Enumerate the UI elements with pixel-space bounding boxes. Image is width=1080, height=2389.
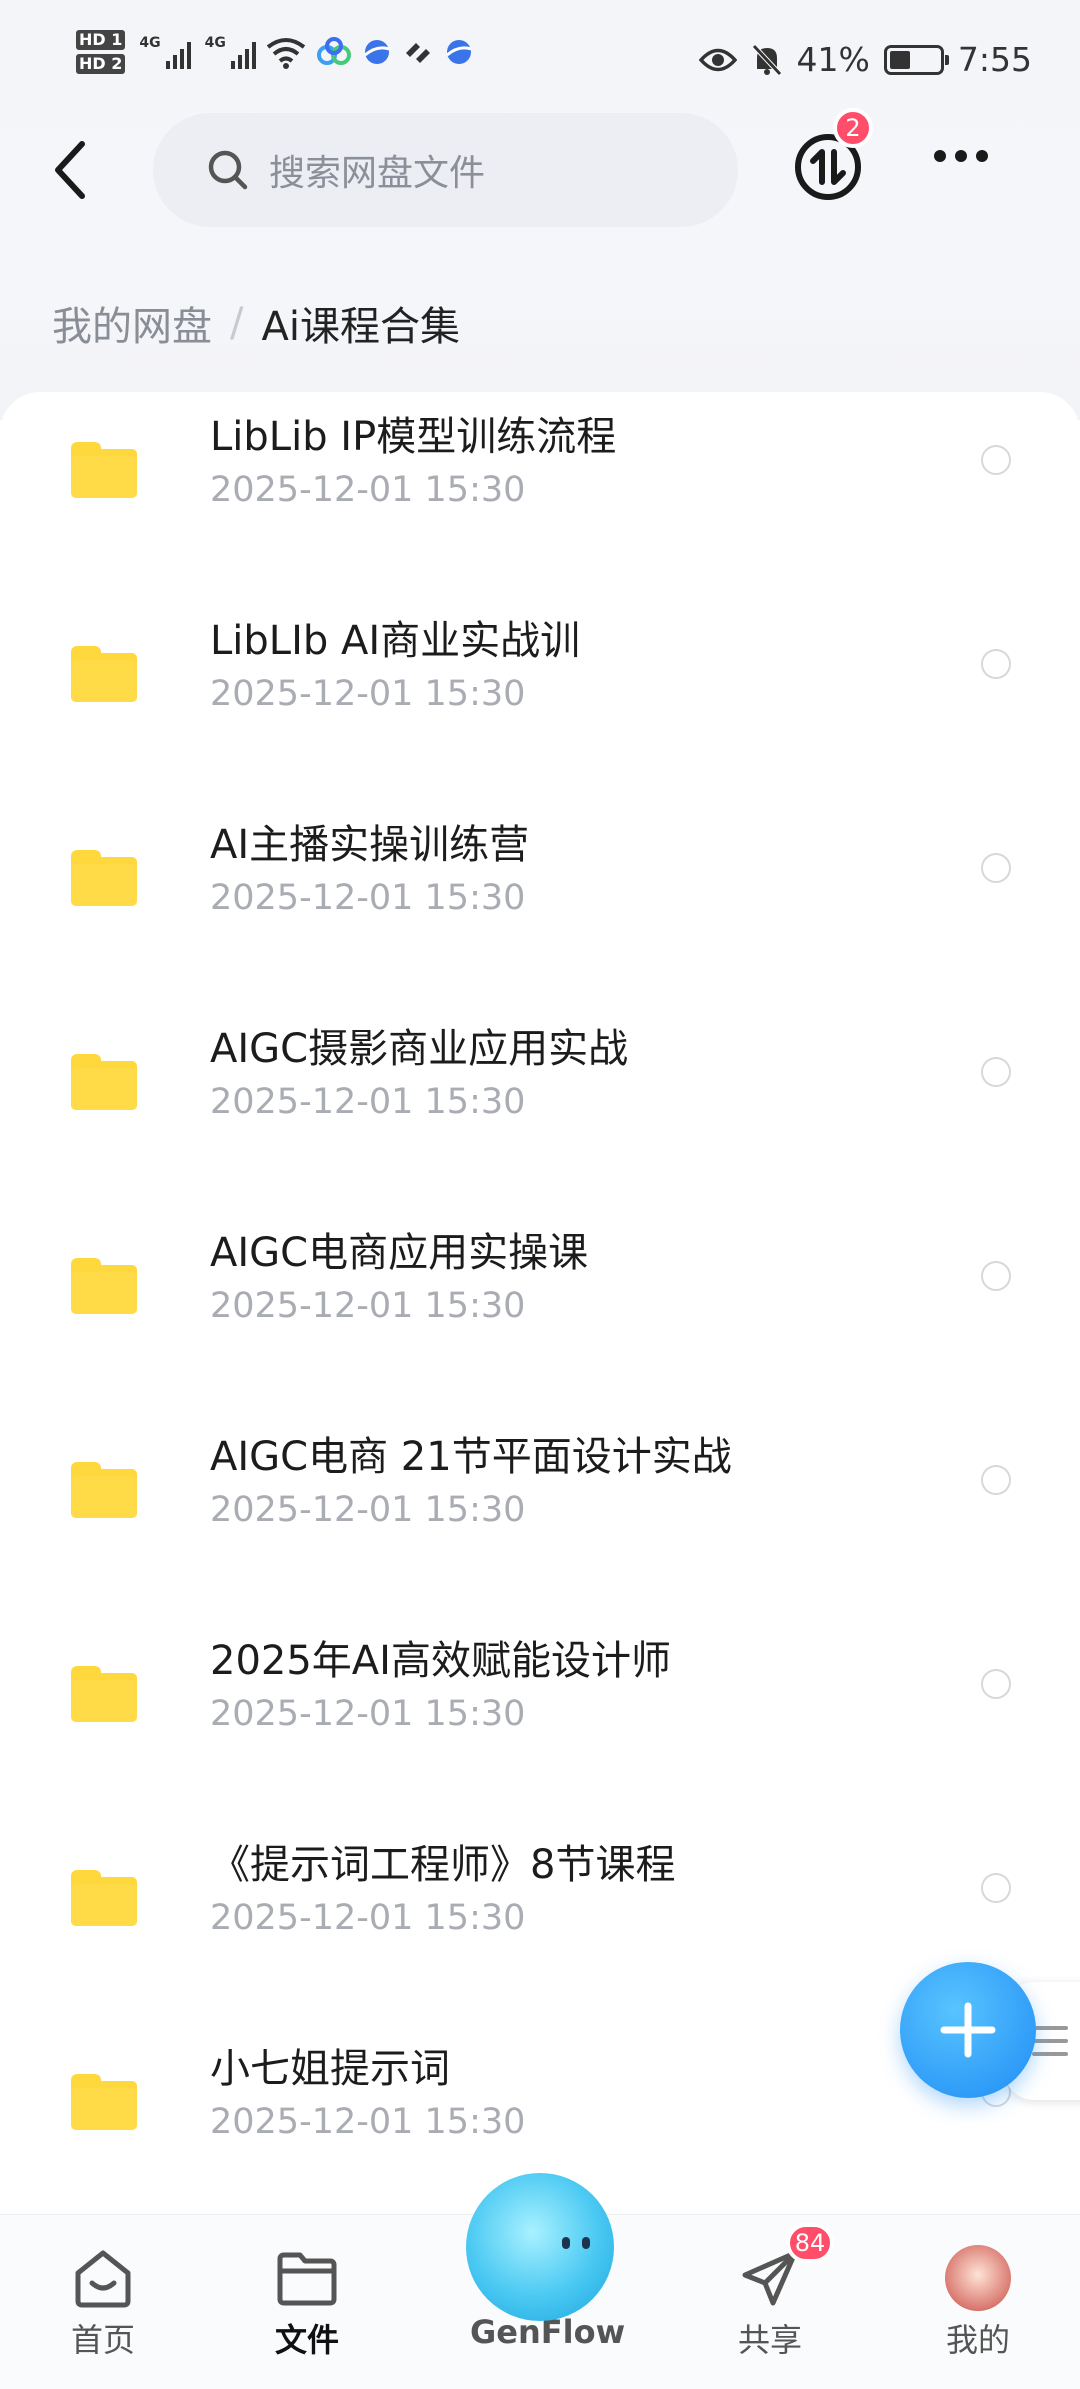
sim1-label: HD 1	[76, 30, 126, 50]
select-radio[interactable]	[981, 1261, 1011, 1291]
file-date: 2025-12-01 15:30	[210, 2102, 526, 2142]
file-name: AI主播实操训练营	[210, 822, 530, 868]
breadcrumb: 我的网盘 / Ai课程合集	[52, 294, 460, 352]
select-radio[interactable]	[981, 1465, 1011, 1495]
nav-mine-label: 我的	[945, 2321, 1010, 2359]
nav-share-label: 共享	[737, 2321, 802, 2359]
folder-icon	[71, 442, 137, 498]
folder-icon	[71, 1258, 137, 1314]
file-date: 2025-12-01 15:30	[210, 470, 526, 510]
share-badge: 84	[786, 2223, 834, 2263]
status-bar: HD 1 HD 2 4G 4G 41% 7:55	[0, 0, 1080, 130]
folder-icon	[71, 1666, 137, 1722]
folder-icon	[71, 1054, 137, 1110]
nav-files[interactable]: 文件	[237, 2245, 377, 2361]
file-name: AIGC摄影商业应用实战	[210, 1026, 629, 1072]
file-name: 小七姐提示词	[210, 2046, 450, 2092]
home-icon	[75, 2250, 131, 2308]
folder-icon	[71, 850, 137, 906]
file-name: 2025年AI高效赋能设计师	[210, 1638, 671, 1684]
sim2-label: HD 2	[76, 54, 126, 74]
more-dot	[955, 150, 967, 162]
plus-icon	[940, 2002, 996, 2058]
signal-icon-2: 4G	[205, 35, 256, 69]
menu-icon	[1032, 2026, 1068, 2056]
search-icon	[208, 150, 248, 190]
battery-percent: 41%	[796, 40, 870, 79]
breadcrumb-root[interactable]: 我的网盘	[52, 294, 212, 352]
file-name: LibLib IP模型训练流程	[210, 414, 617, 460]
folder-icon	[71, 1462, 137, 1518]
nav-mine[interactable]: 我的	[908, 2245, 1048, 2361]
more-button[interactable]	[934, 150, 988, 162]
transfer-badge: 2	[833, 108, 873, 148]
file-date: 2025-12-01 15:30	[210, 1286, 526, 1326]
battery-level	[889, 50, 910, 69]
mute-bell-icon	[751, 43, 782, 76]
select-radio[interactable]	[981, 853, 1011, 883]
search-bar[interactable]: 搜索网盘文件	[153, 113, 738, 227]
nav-share[interactable]: 共享 84	[700, 2223, 840, 2361]
select-radio[interactable]	[981, 1669, 1011, 1699]
nav-files-label: 文件	[274, 2321, 339, 2359]
file-date: 2025-12-01 15:30	[210, 1082, 526, 1122]
stripe-app-icon	[405, 43, 430, 63]
file-name: LibLIb AI商业实战训	[210, 618, 581, 664]
file-date: 2025-12-01 15:30	[210, 878, 526, 918]
list-item[interactable]: AI主播实操训练营 2025-12-01 15:30	[0, 822, 1080, 1028]
file-name: AIGC电商应用实操课	[210, 1230, 589, 1276]
list-item[interactable]: LibLib IP模型训练流程 2025-12-01 15:30	[0, 414, 1080, 620]
cloud-app-icon	[316, 37, 351, 65]
network-type-label: 4G	[139, 35, 161, 51]
breadcrumb-current: Ai课程合集	[261, 304, 460, 350]
list-item[interactable]: AIGC电商应用实操课 2025-12-01 15:30	[0, 1230, 1080, 1436]
nav-home[interactable]: 首页	[33, 2245, 173, 2361]
more-dot	[976, 150, 988, 162]
breadcrumb-separator: /	[230, 300, 244, 346]
list-item[interactable]: AIGC电商 21节平面设计实战 2025-12-01 15:30	[0, 1434, 1080, 1640]
file-list[interactable]: LibLib IP模型训练流程 2025-12-01 15:30 LibLIb AI…	[0, 392, 1080, 2212]
mascot-eye	[582, 2237, 590, 2249]
list-item[interactable]: AIGC摄影商业应用实战 2025-12-01 15:30	[0, 1026, 1080, 1232]
nav-home-label: 首页	[70, 2321, 135, 2359]
list-item[interactable]: 2025年AI高效赋能设计师 2025-12-01 15:30	[0, 1638, 1080, 1844]
planet-app-icon-2	[445, 40, 472, 64]
transfer-button[interactable]: 2	[793, 108, 873, 202]
file-date: 2025-12-01 15:30	[210, 1490, 526, 1530]
add-button[interactable]	[900, 1962, 1036, 2098]
wifi-icon	[266, 38, 306, 69]
select-radio[interactable]	[981, 1057, 1011, 1087]
signal-icon: 4G	[139, 35, 191, 69]
folder-icon	[277, 2252, 337, 2306]
genflow-mascot-icon[interactable]	[466, 2173, 614, 2321]
clock: 7:55	[957, 40, 1032, 79]
folder-icon	[71, 1870, 137, 1926]
status-right: 41% 7:55	[698, 40, 1032, 79]
folder-icon	[71, 646, 137, 702]
mascot-eye	[562, 2237, 570, 2249]
chevron-left-icon	[55, 141, 85, 199]
folder-icon	[71, 2074, 137, 2130]
battery-icon	[883, 44, 949, 75]
list-item[interactable]: LibLIb AI商业实战训 2025-12-01 15:30	[0, 618, 1080, 824]
sim-indicators: HD 1 HD 2	[76, 30, 126, 74]
file-date: 2025-12-01 15:30	[210, 674, 526, 714]
network-type-label-2: 4G	[204, 35, 226, 51]
more-dot	[934, 150, 946, 162]
search-placeholder: 搜索网盘文件	[269, 153, 486, 194]
back-button[interactable]	[40, 130, 100, 210]
avatar	[945, 2245, 1011, 2311]
eye-icon	[698, 48, 737, 71]
status-left: HD 1 HD 2 4G 4G	[76, 30, 474, 74]
select-radio[interactable]	[981, 649, 1011, 679]
planet-app-icon	[363, 40, 390, 64]
select-radio[interactable]	[981, 1873, 1011, 1903]
file-date: 2025-12-01 15:30	[210, 1694, 526, 1734]
file-name: 《提示词工程师》8节课程	[210, 1842, 676, 1888]
file-date: 2025-12-01 15:30	[210, 1898, 526, 1938]
file-name: AIGC电商 21节平面设计实战	[210, 1434, 732, 1480]
select-radio[interactable]	[981, 445, 1011, 475]
bottom-nav: 首页 文件 GenFlow 共享 84 我的	[0, 2173, 1080, 2389]
